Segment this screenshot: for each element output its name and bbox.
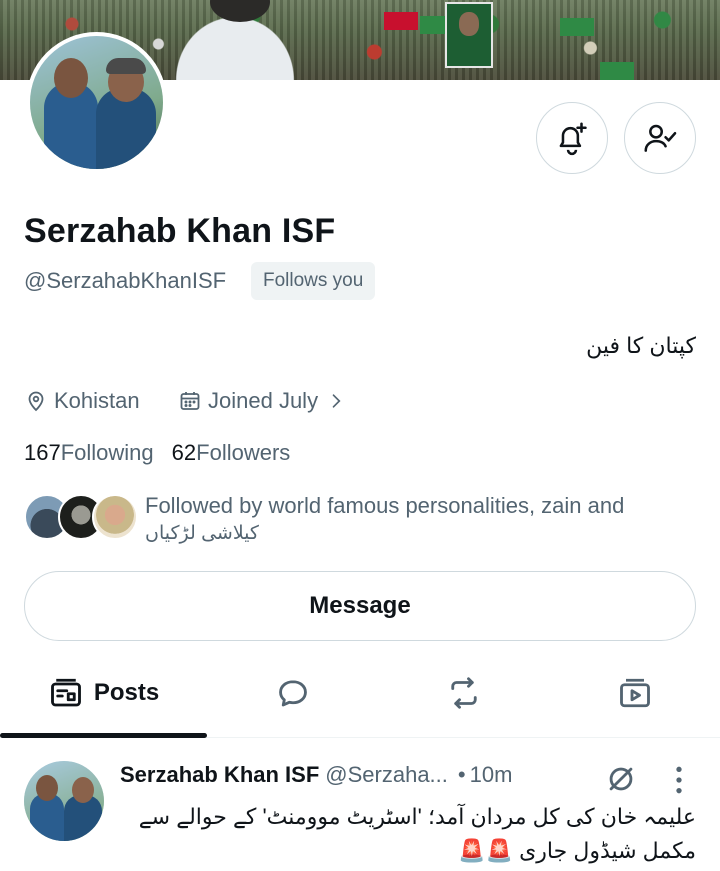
profile-tabs: Posts [0,650,720,738]
follower-avatar [92,494,138,540]
banner-poster [445,2,493,68]
follows-you-badge: Follows you [251,262,376,300]
profile-handle: @SerzahabKhanISF [24,268,227,293]
profile-name: Serzahab Khan ISF [24,212,336,250]
followers-label: Followers [196,440,291,465]
following-button[interactable] [624,102,696,174]
profile-location: Kohistan [24,388,140,414]
post-text: علیمہ خان کی کل مردان آمد؛ 'اسٹریٹ موومن… [138,804,696,863]
tab-posts-label: Posts [93,679,160,706]
following-label: Following [60,440,154,465]
avatar-figure-hair [106,58,146,74]
post-author-handle[interactable]: @Serzaha... [325,762,448,788]
follow-counts: 167 Following 62 Followers [24,440,308,466]
followers-count: 62 [171,440,197,465]
joined-text: Joined July [208,388,319,413]
message-button[interactable]: Message [24,571,696,641]
avatar-figure-head [54,58,88,98]
tab-reposts[interactable] [379,650,549,736]
banner-poster-face [459,12,479,36]
post-author-name[interactable]: Serzahab Khan ISF [120,762,319,788]
reply-bubble-icon [279,680,307,707]
location-text: Kohistan [54,388,140,413]
followed-by-avatars[interactable] [24,494,142,542]
post-avatar-figure-head [36,775,58,801]
profile-bio: کپتان کا فین [586,333,696,358]
notifications-button[interactable] [536,102,608,174]
post-timestamp[interactable]: 10m [470,762,513,788]
repost-icon [451,677,477,709]
profile-joined[interactable]: Joined July [178,388,352,414]
chevron-right-icon [332,394,341,408]
followers-link[interactable]: 62 Followers [172,440,291,466]
followed-by-text[interactable]: Followed by world famous personalities, … [145,492,705,548]
grok-icon[interactable] [604,762,638,796]
active-tab-indicator [0,733,207,738]
media-play-icon [619,678,650,708]
location-pin-icon [28,391,44,412]
bell-plus-icon [559,122,587,156]
person-check-icon [644,124,677,152]
posts-icon [50,678,81,707]
following-count: 167 [24,440,61,465]
post-author-avatar[interactable] [24,761,104,841]
following-link[interactable]: 167 Following [24,440,154,466]
more-options-icon[interactable] [668,764,690,796]
banner-flag [384,12,418,30]
post-avatar-figure-head [72,777,94,803]
banner-flag [600,62,634,80]
followed-by-line1: Followed by world famous personalities, … [145,493,625,518]
tab-media[interactable] [549,650,720,736]
banner-flag [560,18,594,36]
profile-avatar[interactable] [26,32,167,173]
post-separator-dot: • [457,762,466,787]
calendar-icon [180,392,200,410]
tab-replies[interactable] [207,650,379,736]
post-header: Serzahab Khan ISF @Serzaha... • 10m [120,762,512,788]
tab-posts[interactable]: Posts [0,650,207,736]
followed-by-line2: کیلاشی لڑکیاں [145,523,259,544]
